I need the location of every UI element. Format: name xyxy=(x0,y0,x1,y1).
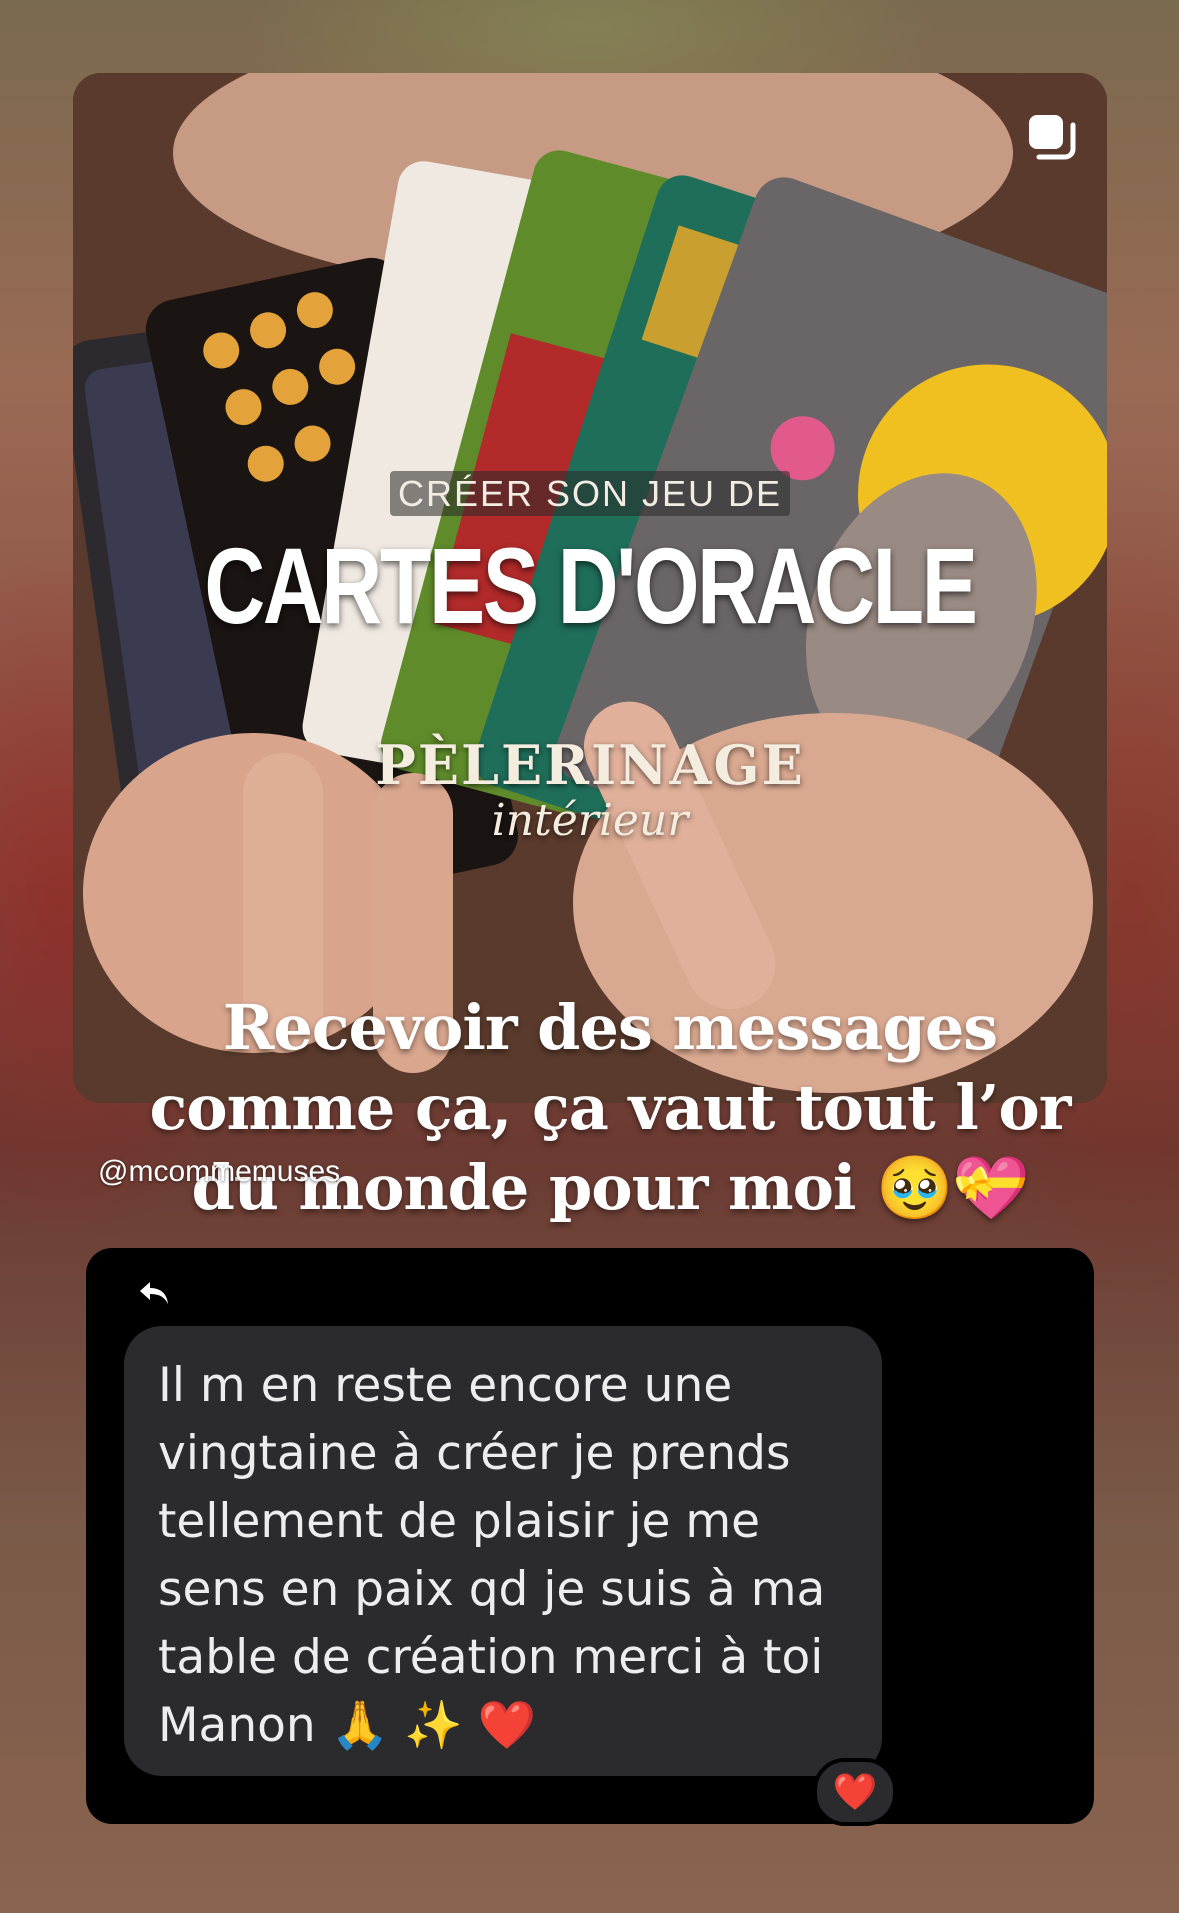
caption-line: Recevoir des messages xyxy=(222,991,998,1064)
mention-tag[interactable]: @mcommemuses xyxy=(98,1155,340,1189)
caption-line: comme ça, ça vaut tout l’or xyxy=(149,1071,1072,1144)
heart-icon: ❤️ xyxy=(832,1772,878,1813)
story-caption: Recevoir des messages comme ça, ça vaut … xyxy=(60,988,1160,1228)
reply-arrow-icon xyxy=(140,1282,168,1304)
post-title: CARTES D'ORACLE xyxy=(204,525,978,646)
multiple-images-icon xyxy=(1029,115,1076,160)
message-text: Il m en reste encore une vingtaine à cré… xyxy=(158,1358,826,1753)
message-bubble: Il m en reste encore une vingtaine à cré… xyxy=(124,1326,882,1776)
heart-reaction[interactable]: ❤️ xyxy=(813,1758,897,1826)
post-subtitle: CRÉER SON JEU DE xyxy=(73,471,1107,516)
direct-message-screenshot: Il m en reste encore une vingtaine à cré… xyxy=(86,1248,1094,1826)
post-title-script: intérieur xyxy=(491,795,689,846)
post-title-secondary: PÈLERINAGE xyxy=(375,733,805,797)
shared-post-card[interactable]: CRÉER SON JEU DE CARTES D'ORACLE PÈLERIN… xyxy=(73,73,1107,1103)
